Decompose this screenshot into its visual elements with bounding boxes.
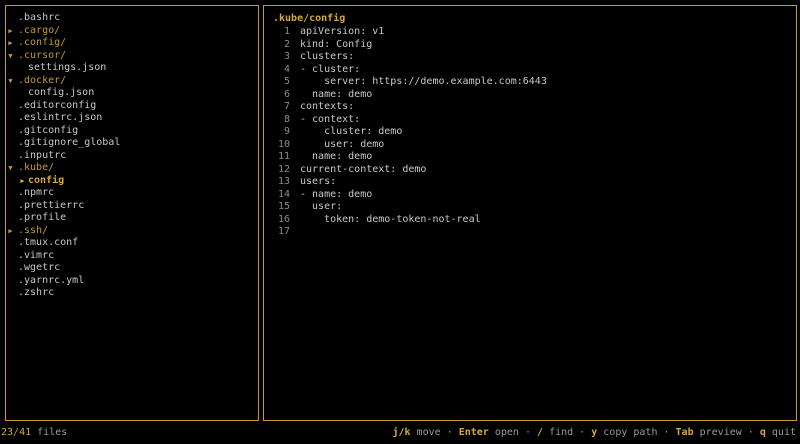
- chevron-down-icon: ▼: [8, 51, 13, 60]
- tree-item-label: .prettierrc: [18, 199, 85, 211]
- chevron-down-icon: ▼: [8, 76, 13, 85]
- hint-action: find: [549, 427, 574, 438]
- code-text: - context:: [300, 113, 361, 125]
- hint-action: preview: [699, 427, 742, 438]
- code-text: cluster: demo: [300, 126, 403, 137]
- hint-action: quit: [771, 427, 796, 438]
- tree-item-label: .docker/: [18, 74, 67, 86]
- line-number: 10: [277, 138, 290, 150]
- tree-item-label: .cursor/: [18, 49, 67, 61]
- tree-item-label: .npmrc: [18, 187, 55, 198]
- tree-item-label: .kube/: [18, 162, 55, 173]
- code-text: name: demo: [300, 151, 373, 162]
- line-number: 5: [283, 76, 290, 87]
- tree-item-label: settings.json: [28, 62, 107, 73]
- tree-item-label: .inputrc: [18, 149, 67, 161]
- hint-separator: ·: [518, 427, 537, 438]
- preview-title: .kube/config: [273, 13, 346, 24]
- tree-item-label: .profile: [18, 212, 67, 223]
- code-text: name: demo: [300, 88, 373, 100]
- file-count: 23/41 files: [1, 425, 67, 441]
- line-number: 8: [283, 113, 290, 125]
- tree-item-label: .eslintrc.json: [18, 112, 103, 123]
- line-number: 16: [277, 213, 290, 225]
- hint-separator: ·: [573, 427, 592, 438]
- line-number: 3: [283, 51, 290, 62]
- tree-item-label: .cargo/: [18, 24, 61, 36]
- code-text: clusters:: [300, 51, 355, 62]
- code-text: - name: demo: [300, 188, 373, 200]
- code-text: current-context: demo: [300, 163, 427, 175]
- line-number: 11: [277, 151, 290, 162]
- code-text: apiVersion: v1: [300, 26, 385, 37]
- code-text: kind: Config: [300, 38, 373, 50]
- tree-item-label: .editorconfig: [18, 99, 97, 111]
- line-number: 12: [277, 163, 290, 175]
- hint-key: /: [537, 427, 544, 438]
- tree-item-label: .config/: [18, 37, 67, 48]
- tree-item-label: .yarnrc.yml: [18, 274, 85, 286]
- hint-key: Enter: [458, 427, 489, 438]
- code-text: users:: [300, 176, 337, 187]
- tree-item-label: config: [28, 174, 65, 186]
- tree-item-label: .zshrc: [18, 287, 55, 298]
- line-number: 2: [283, 38, 290, 50]
- line-number: 14: [277, 188, 290, 200]
- tree-item-label: .tmux.conf: [18, 237, 79, 248]
- chevron-right-icon: ▶: [8, 39, 13, 47]
- hint-separator: ·: [741, 427, 760, 438]
- file-count-total: 41: [19, 427, 32, 438]
- tree-item-label: .bashrc: [18, 12, 61, 23]
- keybinding-hints: j/k move · Enter open · / find · y copy …: [392, 425, 796, 441]
- line-number: 17: [277, 226, 290, 237]
- hint-separator: ·: [657, 427, 676, 438]
- line-number: 4: [283, 63, 290, 75]
- tree-item-label: .wgetrc: [18, 262, 61, 273]
- file-count-current: 23: [1, 427, 14, 438]
- chevron-right-icon: ▶: [20, 176, 25, 185]
- hint-action: copy path: [603, 427, 658, 438]
- hint-key: j/k: [392, 427, 411, 438]
- line-number: 13: [277, 176, 290, 187]
- hint-action: move: [416, 427, 441, 438]
- line-number: 7: [283, 101, 290, 112]
- tree-item-label: .gitignore_global: [18, 137, 121, 148]
- tree-item-label: config.json: [28, 87, 95, 98]
- hint-key: Tab: [675, 427, 694, 438]
- code-text: server: https://demo.example.com:6443: [300, 76, 547, 87]
- status-bar: 23/41 files j/k move · Enter open · / fi…: [0, 425, 800, 441]
- file-tree-pane[interactable]: .bashrc ▶ .cargo/ ▶ .config/ ▼ .cursor/setting…: [5, 5, 259, 421]
- file-count-label: files: [31, 427, 68, 438]
- preview-pane[interactable]: .kube/config 1 apiVersion: v1 2 kind: Confi…: [263, 5, 797, 421]
- tree-item-label: .vimrc: [18, 249, 55, 261]
- line-number: 6: [283, 88, 290, 100]
- tree-item-label: .gitconfig: [18, 124, 79, 136]
- chevron-right-icon: ▶: [8, 226, 13, 235]
- code-text: user:: [300, 201, 343, 212]
- chevron-right-icon: ▶: [8, 26, 13, 35]
- line-number: 9: [283, 126, 290, 137]
- code-text: user: demo: [300, 138, 385, 150]
- line-number: 15: [277, 201, 290, 212]
- code-text: token: demo-token-not-real: [300, 213, 481, 225]
- hint-separator: ·: [440, 427, 459, 438]
- code-text: contexts:: [300, 101, 355, 112]
- hint-key: q: [759, 427, 766, 438]
- code-text: - cluster:: [300, 63, 361, 75]
- line-number: 1: [283, 26, 290, 37]
- chevron-down-icon: ▼: [8, 164, 13, 172]
- tree-item-label: .ssh/: [18, 224, 49, 236]
- hint-key: y: [591, 427, 598, 438]
- hint-action: open: [494, 427, 519, 438]
